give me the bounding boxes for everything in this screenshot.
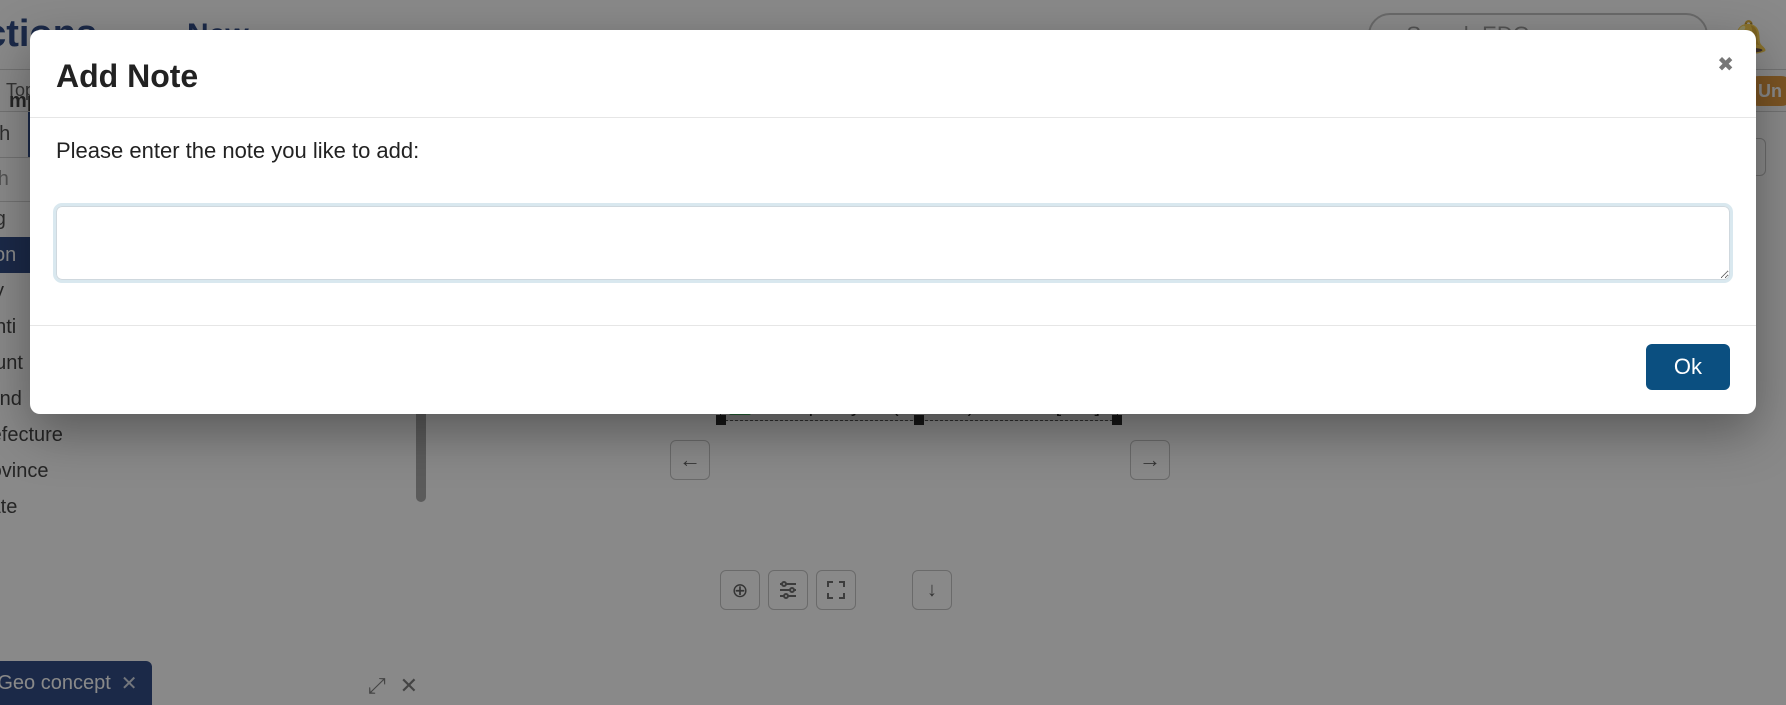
tree-item[interactable]: rovince (0, 453, 430, 489)
tree-item[interactable]: tate (0, 489, 430, 525)
expand-icon[interactable]: ⤢ (368, 673, 386, 699)
close-icon[interactable]: ✕ (400, 673, 418, 699)
settings-icon[interactable] (768, 570, 808, 610)
expand-left-button[interactable]: ← (670, 440, 710, 480)
diagram-toolbar: ⊕ ↓ (720, 570, 952, 610)
expand-right-button[interactable]: → (1130, 440, 1170, 480)
fullscreen-icon[interactable] (816, 570, 856, 610)
modal-title: Add Note (56, 58, 1730, 95)
add-note-modal: Add Note ✖ Please enter the note you lik… (30, 30, 1756, 414)
expand-down-button[interactable]: ↓ (912, 570, 952, 610)
center-icon[interactable]: ⊕ (720, 570, 760, 610)
note-textarea[interactable] (56, 206, 1730, 280)
sidebar-tab-left[interactable]: ash (0, 112, 28, 157)
sidebar-open-tab[interactable]: or Geo concept ✕ (0, 661, 152, 705)
modal-prompt: Please enter the note you like to add: (56, 138, 1730, 164)
ok-button[interactable]: Ok (1646, 344, 1730, 390)
close-icon[interactable]: ✕ (121, 671, 138, 696)
close-icon[interactable]: ✖ (1717, 52, 1734, 77)
sidebar-open-tab-label: or Geo concept (0, 672, 111, 695)
tree-item[interactable]: refecture (0, 417, 430, 453)
